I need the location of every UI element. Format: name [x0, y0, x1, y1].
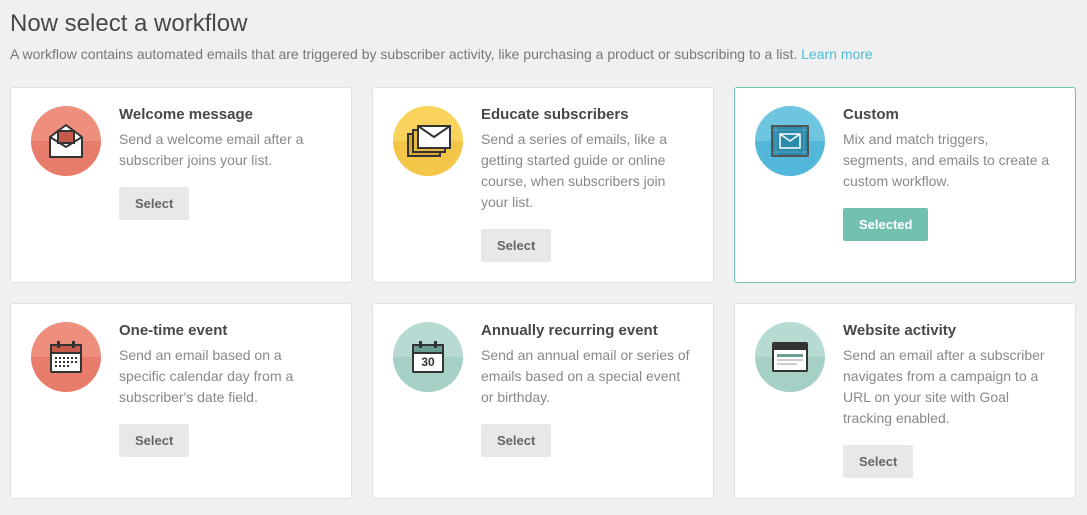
card-description: Send an email based on a specific calend… [119, 345, 331, 408]
card-title: Educate subscribers [481, 106, 693, 123]
workflow-card-annual[interactable]: 30 Annually recurring event Send an annu… [372, 303, 714, 499]
card-title: One-time event [119, 322, 331, 339]
select-button[interactable]: Select [481, 424, 551, 457]
card-title: Welcome message [119, 106, 331, 123]
select-button[interactable]: Select [481, 229, 551, 262]
selected-button[interactable]: Selected [843, 208, 928, 241]
envelope-open-icon [46, 121, 86, 161]
page-title: Now select a workflow [10, 10, 1077, 38]
blueprint-icon [770, 124, 810, 158]
select-button[interactable]: Select [119, 187, 189, 220]
workflow-card-onetime[interactable]: One-time event Send an email based on a … [10, 303, 352, 499]
card-description: Send an annual email or series of emails… [481, 345, 693, 408]
workflow-card-educate[interactable]: Educate subscribers Send a series of ema… [372, 87, 714, 283]
card-title: Annually recurring event [481, 322, 693, 339]
workflow-card-website[interactable]: Website activity Send an email after a s… [734, 303, 1076, 499]
page-description-text: A workflow contains automated emails tha… [10, 46, 801, 62]
card-description: Mix and match triggers, segments, and em… [843, 129, 1055, 192]
select-button[interactable]: Select [119, 424, 189, 457]
workflow-card-custom[interactable]: Custom Mix and match triggers, segments,… [734, 87, 1076, 283]
card-title: Custom [843, 106, 1055, 123]
card-description: Send a welcome email after a subscriber … [119, 129, 331, 171]
page-description: A workflow contains automated emails tha… [10, 44, 1077, 65]
workflow-grid: Welcome message Send a welcome email aft… [10, 87, 1077, 499]
workflow-card-welcome[interactable]: Welcome message Send a welcome email aft… [10, 87, 352, 283]
custom-icon-wrap [755, 106, 825, 176]
svg-text:30: 30 [421, 355, 435, 369]
website-icon-wrap [755, 322, 825, 392]
learn-more-link[interactable]: Learn more [801, 46, 873, 62]
annual-icon-wrap: 30 [393, 322, 463, 392]
welcome-icon-wrap [31, 106, 101, 176]
educate-icon-wrap [393, 106, 463, 176]
select-button[interactable]: Select [843, 445, 913, 478]
card-description: Send a series of emails, like a getting … [481, 129, 693, 213]
card-title: Website activity [843, 322, 1055, 339]
calendar-30-icon: 30 [410, 339, 446, 375]
browser-icon [771, 341, 809, 373]
onetime-icon-wrap [31, 322, 101, 392]
calendar-icon [48, 339, 84, 375]
envelope-stack-icon [405, 122, 451, 160]
card-description: Send an email after a subscriber navigat… [843, 345, 1055, 429]
